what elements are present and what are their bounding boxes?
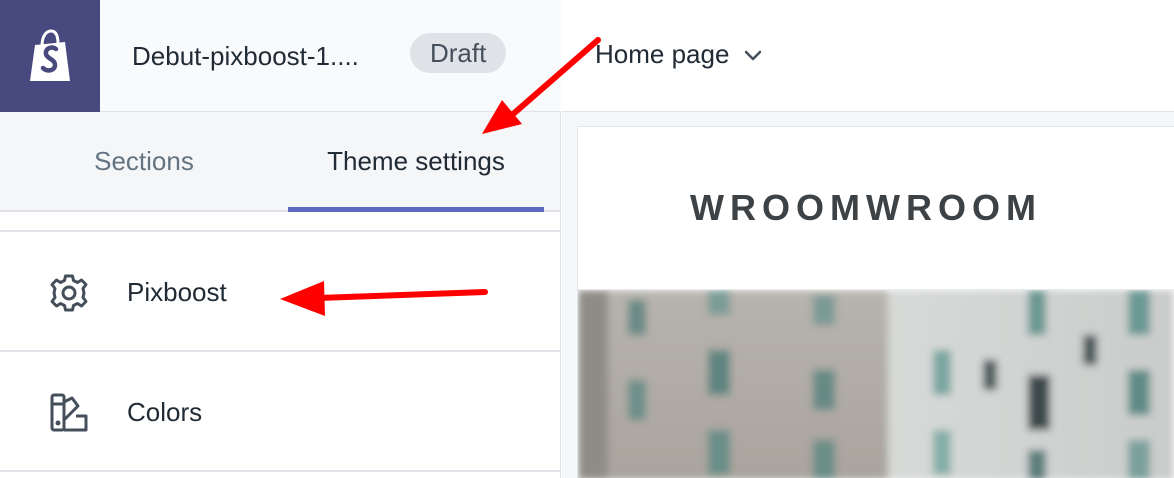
page-selector-value: Home page bbox=[595, 39, 730, 69]
tab-theme-settings-label: Theme settings bbox=[327, 145, 505, 176]
active-tab-indicator bbox=[288, 207, 544, 212]
settings-item-colors[interactable]: Colors bbox=[0, 352, 560, 472]
color-palette-icon bbox=[50, 393, 88, 432]
sidebar-tabs: Sections Theme settings bbox=[0, 112, 560, 212]
page-selector-dropdown[interactable]: Home page bbox=[595, 38, 763, 70]
preview-toolbar: Home page bbox=[562, 0, 1174, 112]
store-preview[interactable]: WROOMWROOM bbox=[578, 127, 1174, 478]
tab-sections[interactable]: Sections bbox=[0, 112, 288, 210]
theme-settings-list: Pixboost Colors bbox=[0, 230, 560, 472]
chevron-down-icon bbox=[743, 38, 763, 70]
theme-name: Debut-pixboost-1.... bbox=[132, 41, 359, 71]
store-title: WROOMWROOM bbox=[690, 187, 1042, 228]
status-badge: Draft bbox=[410, 33, 507, 73]
theme-editor-sidebar: Debut-pixboost-1.... Draft Sections Them… bbox=[0, 0, 561, 478]
shopify-logo-button[interactable] bbox=[0, 0, 100, 112]
settings-item-pixboost[interactable]: Pixboost bbox=[0, 232, 560, 352]
settings-item-label: Pixboost bbox=[127, 277, 227, 307]
tab-theme-settings[interactable]: Theme settings bbox=[288, 112, 544, 212]
settings-item-label: Colors bbox=[127, 397, 203, 427]
gear-icon bbox=[50, 274, 88, 312]
hero-image bbox=[578, 289, 1174, 478]
shopify-bag-icon bbox=[30, 29, 70, 81]
tab-sections-label: Sections bbox=[94, 145, 194, 176]
editor-top-bar: Debut-pixboost-1.... Draft bbox=[0, 0, 561, 112]
